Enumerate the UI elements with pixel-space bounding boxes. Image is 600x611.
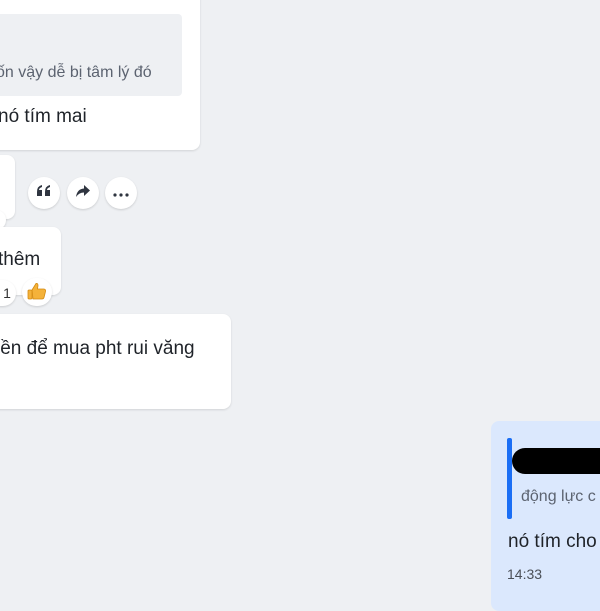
like-reaction-button[interactable]	[22, 278, 52, 306]
reaction-count: 1	[3, 285, 11, 301]
message-text: nó tím mai	[0, 106, 87, 127]
forward-button[interactable]	[67, 177, 99, 209]
more-button[interactable]	[105, 177, 137, 209]
quoted-message-text: động lực c	[521, 488, 596, 505]
message-time: 14:33	[507, 566, 543, 582]
message-bubble[interactable]	[0, 155, 15, 219]
thumbs-up-icon	[27, 282, 47, 303]
message-text: iền để mua pht rui văng	[0, 338, 195, 359]
quoted-message[interactable]	[0, 14, 182, 96]
redacted-name	[512, 448, 600, 474]
more-icon	[113, 184, 129, 202]
message-text: nó tím cho	[508, 531, 597, 552]
message-text: thêm	[0, 249, 41, 270]
quote-icon	[36, 184, 52, 203]
quoted-message-text: ốn vậy dễ bị tâm lý đó	[0, 64, 152, 81]
message-bubble[interactable]	[0, 314, 231, 409]
quote-button[interactable]	[28, 177, 60, 209]
forward-icon	[75, 184, 91, 203]
quote-bar	[507, 438, 512, 519]
